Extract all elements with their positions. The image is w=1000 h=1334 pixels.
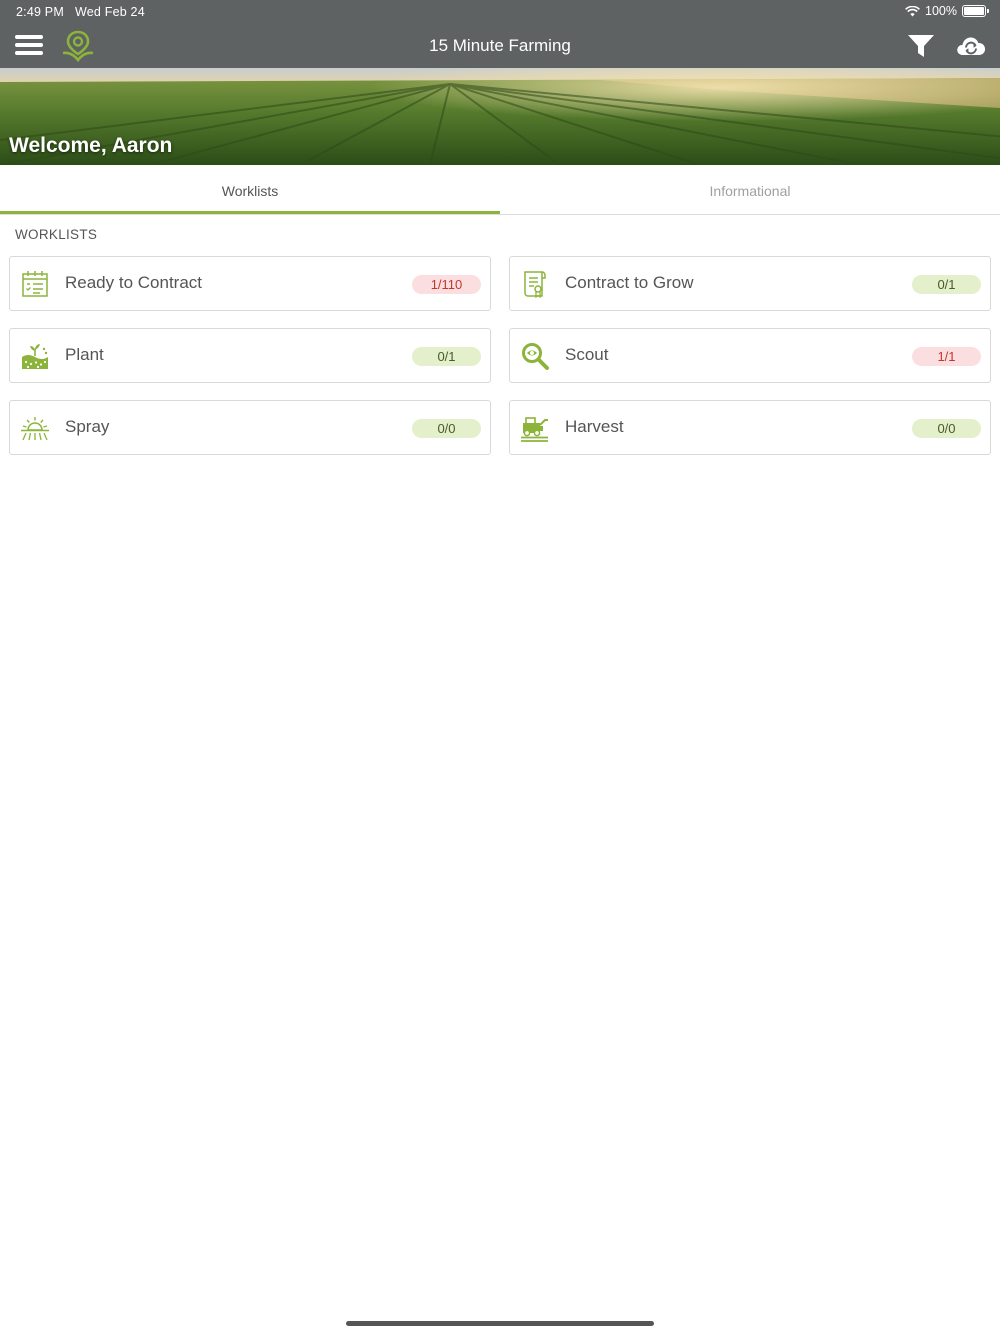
welcome-message: Welcome, Aaron — [9, 134, 173, 157]
contract-document-icon — [524, 271, 546, 299]
battery-icon — [962, 5, 989, 17]
status-date: Wed Feb 24 — [74, 5, 145, 19]
section-title: WORKLISTS — [15, 227, 98, 242]
tab-bar: Worklists Informational — [0, 165, 1000, 215]
worklist-card-ready-to-contract[interactable]: Ready to Contract 1/110 — [9, 256, 491, 311]
calendar-list-icon — [22, 271, 48, 297]
worklist-card-contract-to-grow[interactable]: Contract to Grow 0/1 — [509, 256, 991, 311]
worklist-label: Contract to Grow — [565, 273, 694, 292]
tab-informational[interactable]: Informational — [500, 165, 1000, 215]
status-clock: 2:49 PM — [16, 5, 64, 19]
home-indicator[interactable] — [346, 1321, 654, 1326]
tab-worklists[interactable]: Worklists — [0, 165, 500, 215]
worklist-card-harvest[interactable]: Harvest 0/0 — [509, 400, 991, 455]
worklist-count-badge: 0/1 — [412, 347, 481, 366]
plant-seedling-icon — [22, 344, 48, 369]
wifi-icon — [905, 5, 920, 16]
worklist-count-badge: 0/1 — [912, 275, 981, 294]
top-bar: 2:49 PM Wed Feb 24 100% 15 Minute Farmin… — [0, 0, 1000, 68]
worklist-label: Ready to Contract — [65, 273, 203, 292]
scout-magnifier-icon — [522, 343, 549, 370]
worklist-count-badge: 1/110 — [412, 275, 481, 294]
worklist-card-spray[interactable]: Spray 0/0 — [9, 400, 491, 455]
active-tab-indicator — [0, 211, 500, 214]
worklist-label: Spray — [65, 417, 110, 436]
battery-percent: 100% — [925, 4, 957, 18]
worklist-count-badge: 1/1 — [912, 347, 981, 366]
worklist-label: Scout — [565, 345, 609, 364]
status-indicators: 100% — [905, 4, 989, 18]
spray-icon — [21, 417, 49, 441]
filter-icon[interactable] — [906, 33, 936, 59]
worklist-label: Harvest — [565, 417, 624, 436]
worklist-label: Plant — [65, 345, 104, 364]
worklist-count-badge: 0/0 — [412, 419, 481, 438]
app-title: 15 Minute Farming — [429, 36, 571, 55]
worklist-count-badge: 0/0 — [912, 419, 981, 438]
cloud-sync-icon[interactable] — [955, 33, 987, 59]
worklist-card-plant[interactable]: Plant 0/1 — [9, 328, 491, 383]
status-time: 2:49 PM Wed Feb 24 — [16, 5, 145, 19]
harvester-icon — [521, 417, 548, 442]
worklist-card-scout[interactable]: Scout 1/1 — [509, 328, 991, 383]
